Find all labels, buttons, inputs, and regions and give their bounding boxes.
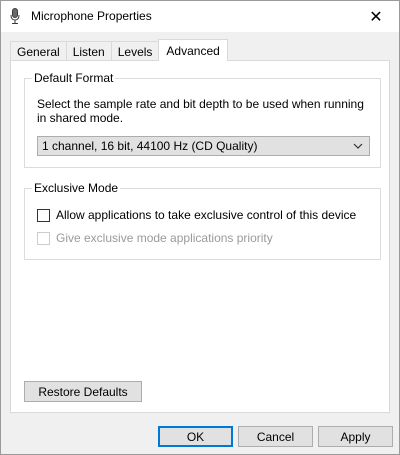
- exclusive-priority-label: Give exclusive mode applications priorit…: [56, 231, 273, 245]
- advanced-panel: Default Format Select the sample rate an…: [10, 60, 390, 413]
- restore-defaults-button[interactable]: Restore Defaults: [24, 381, 142, 402]
- exclusive-priority-row: Give exclusive mode applications priorit…: [37, 231, 273, 245]
- title-bar: Microphone Properties ✕: [1, 1, 399, 32]
- cancel-button[interactable]: Cancel: [238, 426, 313, 447]
- microphone-icon: [10, 8, 20, 25]
- tab-advanced[interactable]: Advanced: [158, 39, 228, 61]
- format-dropdown[interactable]: 1 channel, 16 bit, 44100 Hz (CD Quality): [37, 136, 370, 156]
- format-dropdown-value: 1 channel, 16 bit, 44100 Hz (CD Quality): [42, 139, 258, 153]
- allow-exclusive-row[interactable]: Allow applications to take exclusive con…: [37, 208, 356, 222]
- close-button[interactable]: ✕: [353, 1, 399, 32]
- tab-strip: General Listen Levels Advanced: [10, 39, 228, 61]
- default-format-group: Default Format Select the sample rate an…: [24, 71, 381, 168]
- exclusive-mode-label: Exclusive Mode: [32, 181, 121, 195]
- exclusive-mode-group: Exclusive Mode Allow applications to tak…: [24, 181, 381, 260]
- tab-listen[interactable]: Listen: [65, 41, 112, 61]
- ok-button[interactable]: OK: [158, 426, 233, 447]
- window-title: Microphone Properties: [31, 9, 152, 23]
- apply-button[interactable]: Apply: [318, 426, 393, 447]
- allow-exclusive-checkbox[interactable]: [37, 208, 50, 222]
- default-format-description: Select the sample rate and bit depth to …: [37, 97, 364, 125]
- chevron-down-icon: [352, 139, 364, 153]
- tab-levels[interactable]: Levels: [110, 41, 160, 61]
- close-icon: ✕: [369, 8, 383, 26]
- exclusive-priority-checkbox: [37, 231, 50, 245]
- default-format-label: Default Format: [32, 71, 116, 85]
- properties-dialog: Microphone Properties ✕ General Listen L…: [0, 0, 400, 455]
- tab-general[interactable]: General: [10, 41, 67, 61]
- allow-exclusive-label: Allow applications to take exclusive con…: [56, 208, 357, 222]
